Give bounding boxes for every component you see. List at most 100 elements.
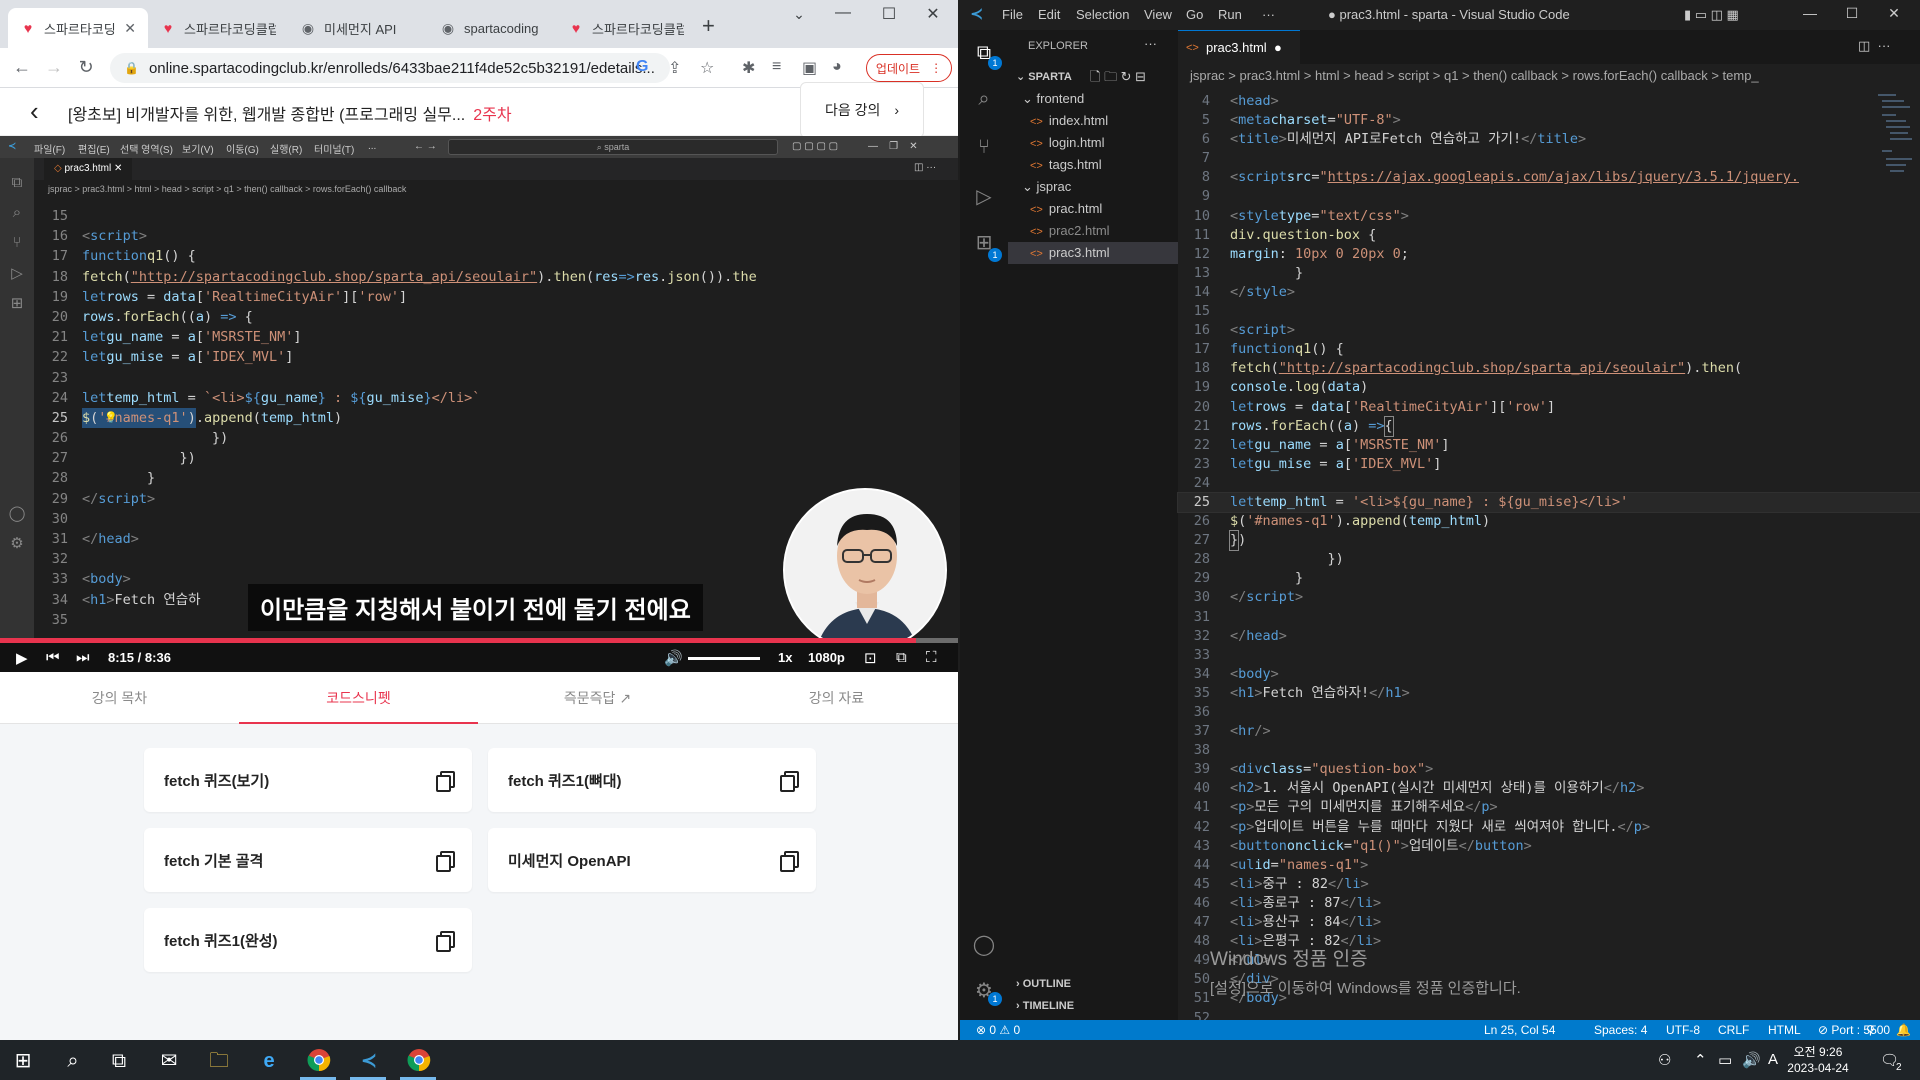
tab-lecture-list[interactable]: 강의 목차: [0, 672, 239, 724]
copy-icon[interactable]: [436, 771, 455, 792]
bell-icon[interactable]: 🔔: [1896, 1023, 1911, 1037]
forward-icon[interactable]: →: [42, 57, 66, 78]
mail-icon[interactable]: ✉: [156, 1048, 182, 1074]
status-eol[interactable]: CRLF: [1718, 1023, 1749, 1037]
status-problems[interactable]: ⊗ 0 ⚠ 0: [976, 1023, 1020, 1037]
menu-run[interactable]: Run: [1218, 7, 1242, 22]
minimize-button[interactable]: —: [1790, 5, 1830, 21]
menu-file[interactable]: File: [1002, 7, 1023, 22]
snippet-card[interactable]: fetch 퀴즈1(뼈대): [488, 748, 816, 812]
video-player[interactable]: ≺ 파일(F) 편집(E) 선택 영역(S) 보기(V) 이동(G) 실행(R)…: [0, 136, 958, 672]
status-encoding[interactable]: UTF-8: [1666, 1023, 1700, 1037]
volume-slider[interactable]: [688, 657, 760, 660]
more-icon[interactable]: ···: [1144, 36, 1157, 51]
browser-tab-3[interactable]: ◉ 미세먼지 API: [288, 8, 428, 48]
extensions-icon[interactable]: ✱: [742, 58, 755, 78]
video-quality[interactable]: 1080p: [808, 650, 845, 665]
tab-code-snippets[interactable]: 코드스니펫: [239, 672, 478, 724]
address-bar[interactable]: 🔒 online.spartacodingclub.kr/enrolleds/6…: [110, 53, 670, 83]
tree-folder-frontend[interactable]: ⌄ frontend: [1008, 88, 1178, 110]
breadcrumb[interactable]: jsprac > prac3.html > html > head > scri…: [1190, 68, 1759, 83]
google-icon[interactable]: G: [636, 58, 648, 76]
fullscreen-icon[interactable]: ⛶: [926, 649, 937, 666]
volume-icon[interactable]: 🔊: [664, 649, 683, 667]
minimap[interactable]: [1878, 90, 1912, 210]
subtitles-icon[interactable]: ⊡: [864, 649, 877, 667]
task-view-icon[interactable]: ⧉: [106, 1048, 132, 1074]
tree-file-prac3[interactable]: <> prac3.html: [1008, 242, 1178, 264]
editor-tab[interactable]: <> prac3.html ●: [1178, 30, 1300, 64]
copy-icon[interactable]: [436, 851, 455, 872]
status-indentation[interactable]: Spaces: 4: [1594, 1023, 1647, 1037]
close-window-button[interactable]: ✕: [1874, 5, 1914, 22]
layout-icons[interactable]: ▮ ▭ ◫ ▦: [1684, 7, 1739, 23]
file-explorer-icon[interactable]: 🗀: [206, 1048, 232, 1074]
play-icon[interactable]: ▶: [16, 649, 28, 667]
browser-tab-1[interactable]: ♥ 스파르타코딩클럽 ✕: [8, 8, 148, 48]
account-icon[interactable]: ◯: [972, 932, 996, 956]
menu-view[interactable]: View: [1144, 7, 1172, 22]
browser-tab-4[interactable]: ◉ spartacoding: [428, 8, 568, 48]
menu-go[interactable]: Go: [1186, 7, 1203, 22]
copy-icon[interactable]: [780, 851, 799, 872]
menu-edit[interactable]: Edit: [1038, 7, 1060, 22]
timeline-section[interactable]: › TIMELINE: [1016, 1000, 1074, 1012]
search-icon[interactable]: ⌕: [972, 88, 996, 112]
tree-file-login[interactable]: <> login.html: [1008, 132, 1178, 154]
chevron-down-icon[interactable]: ⌄: [776, 6, 822, 23]
menu-more[interactable]: ···: [1262, 7, 1275, 22]
status-language[interactable]: HTML: [1768, 1023, 1801, 1037]
update-button[interactable]: 업데이트 ⋮: [866, 54, 952, 82]
reload-icon[interactable]: ↻: [74, 57, 98, 78]
menu-selection[interactable]: Selection: [1076, 7, 1129, 22]
maximize-button[interactable]: ☐: [866, 4, 912, 24]
tree-file-index[interactable]: <> index.html: [1008, 110, 1178, 132]
star-icon[interactable]: ☆: [700, 58, 714, 78]
next-icon[interactable]: ⏭: [76, 649, 90, 666]
source-control-icon[interactable]: ⑂: [972, 136, 996, 160]
status-live-server-port[interactable]: ⊘ Port : 5500: [1818, 1023, 1890, 1037]
playback-speed[interactable]: 1x: [778, 650, 792, 665]
snippet-card[interactable]: fetch 퀴즈(보기): [144, 748, 472, 812]
profile-icon[interactable]: ◕: [832, 58, 842, 76]
previous-icon[interactable]: ⏮: [46, 649, 60, 666]
code-editor[interactable]: <> prac3.html ● ◫ ··· jsprac > prac3.html…: [1177, 30, 1920, 1026]
share-icon[interactable]: ⇪: [668, 58, 681, 78]
project-header[interactable]: ⌄ SPARTA: [1016, 70, 1072, 83]
tab-qna[interactable]: 즉문즉답 ↗: [478, 672, 717, 724]
ime-indicator[interactable]: A: [1768, 1051, 1778, 1068]
snippet-card[interactable]: fetch 퀴즈1(완성): [144, 908, 472, 972]
tree-file-prac2[interactable]: <> prac2.html: [1008, 220, 1178, 242]
maximize-button[interactable]: ☐: [1832, 5, 1872, 22]
close-window-button[interactable]: ✕: [910, 4, 956, 24]
accounts-icon[interactable]: ⚲: [1866, 1023, 1875, 1037]
minimize-button[interactable]: —: [820, 4, 866, 22]
chrome-icon[interactable]: [406, 1048, 432, 1074]
chevron-up-icon[interactable]: ⌃: [1694, 1051, 1707, 1069]
run-debug-icon[interactable]: ▷: [972, 184, 996, 208]
tree-folder-jsprac[interactable]: ⌄ jsprac: [1008, 176, 1178, 198]
network-icon[interactable]: ▭: [1718, 1051, 1732, 1069]
snippet-card[interactable]: fetch 기본 골격: [144, 828, 472, 892]
side-panel-icon[interactable]: ▣: [802, 58, 817, 78]
taskbar-clock[interactable]: 오전 9:26 2023-04-24: [1784, 1044, 1852, 1076]
close-icon[interactable]: ✕: [124, 20, 136, 37]
search-icon[interactable]: ⌕: [60, 1048, 86, 1074]
vscode-icon[interactable]: ≺: [356, 1048, 382, 1074]
editor-actions[interactable]: ◫ ···: [1858, 38, 1891, 54]
back-chevron-icon[interactable]: ‹: [30, 96, 39, 127]
volume-icon[interactable]: 🔊: [1742, 1051, 1761, 1069]
tab-materials[interactable]: 강의 자료: [717, 672, 956, 724]
reading-list-icon[interactable]: ≡: [772, 58, 781, 76]
browser-tab-5[interactable]: ♥ 스파르타코딩클럽: [556, 8, 696, 48]
explorer-actions[interactable]: 🗋 🗀 ↻ ⊟: [1090, 68, 1146, 90]
new-tab-button[interactable]: +: [702, 13, 715, 39]
copy-icon[interactable]: [436, 931, 455, 952]
back-icon[interactable]: ←: [10, 57, 34, 78]
edge-icon[interactable]: e: [256, 1048, 282, 1074]
next-lecture-button[interactable]: 다음 강의 ›: [800, 82, 924, 138]
snippet-card[interactable]: 미세먼지 OpenAPI: [488, 828, 816, 892]
tree-file-tags[interactable]: <> tags.html: [1008, 154, 1178, 176]
status-cursor-position[interactable]: Ln 25, Col 54: [1484, 1023, 1555, 1037]
windows-start-icon[interactable]: ⊞: [10, 1048, 36, 1074]
